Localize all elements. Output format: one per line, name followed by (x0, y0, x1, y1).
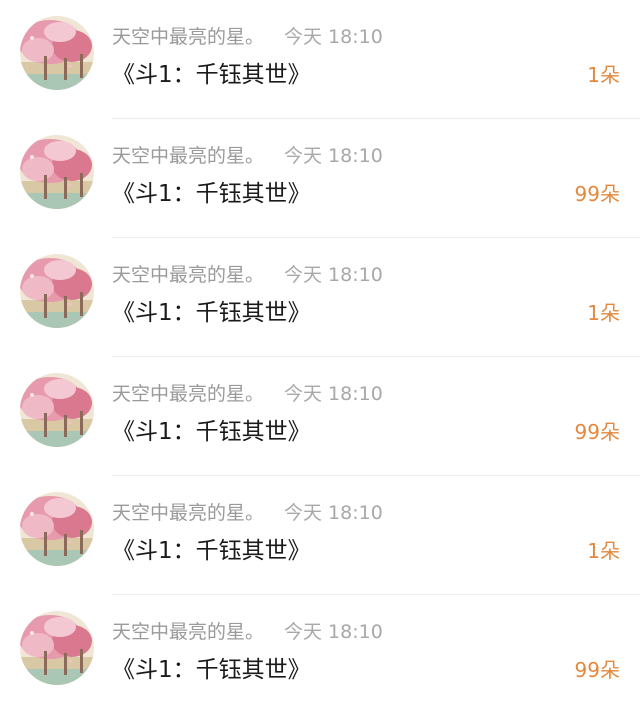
avatar[interactable] (20, 254, 94, 328)
avatar[interactable] (20, 373, 94, 447)
list-item[interactable]: 天空中最亮的星。 今天 18:10 《斗1：千钰其世》 99朵 (0, 357, 640, 476)
gift-count: 99朵 (574, 420, 620, 444)
gift-count: 1朵 (587, 539, 620, 563)
cherry-blossom-avatar-icon (20, 611, 94, 685)
row-meta: 天空中最亮的星。 今天 18:10 (112, 262, 383, 288)
list-item[interactable]: 天空中最亮的星。 今天 18:10 《斗1：千钰其世》 99朵 (0, 595, 640, 713)
cherry-blossom-avatar-icon (20, 135, 94, 209)
work-title[interactable]: 《斗1：千钰其世》 (112, 179, 311, 209)
gift-count: 1朵 (587, 301, 620, 325)
list-item[interactable]: 天空中最亮的星。 今天 18:10 《斗1：千钰其世》 1朵 (0, 476, 640, 595)
timestamp: 今天 18:10 (284, 264, 383, 286)
avatar[interactable] (20, 135, 94, 209)
username[interactable]: 天空中最亮的星。 (112, 264, 264, 286)
cherry-blossom-avatar-icon (20, 373, 94, 447)
username[interactable]: 天空中最亮的星。 (112, 145, 264, 167)
row-meta: 天空中最亮的星。 今天 18:10 (112, 381, 383, 407)
work-title[interactable]: 《斗1：千钰其世》 (112, 417, 311, 447)
username[interactable]: 天空中最亮的星。 (112, 621, 264, 643)
avatar[interactable] (20, 492, 94, 566)
row-meta: 天空中最亮的星。 今天 18:10 (112, 500, 383, 526)
list-item[interactable]: 天空中最亮的星。 今天 18:10 《斗1：千钰其世》 1朵 (0, 0, 640, 119)
timestamp: 今天 18:10 (284, 502, 383, 524)
list-item[interactable]: 天空中最亮的星。 今天 18:10 《斗1：千钰其世》 99朵 (0, 119, 640, 238)
timestamp: 今天 18:10 (284, 621, 383, 643)
username[interactable]: 天空中最亮的星。 (112, 26, 264, 48)
username[interactable]: 天空中最亮的星。 (112, 502, 264, 524)
timestamp: 今天 18:10 (284, 383, 383, 405)
cherry-blossom-avatar-icon (20, 492, 94, 566)
work-title[interactable]: 《斗1：千钰其世》 (112, 298, 311, 328)
list-item[interactable]: 天空中最亮的星。 今天 18:10 《斗1：千钰其世》 1朵 (0, 238, 640, 357)
timestamp: 今天 18:10 (284, 145, 383, 167)
gift-count: 99朵 (574, 658, 620, 682)
avatar[interactable] (20, 611, 94, 685)
cherry-blossom-avatar-icon (20, 16, 94, 90)
row-meta: 天空中最亮的星。 今天 18:10 (112, 24, 383, 50)
username[interactable]: 天空中最亮的星。 (112, 383, 264, 405)
work-title[interactable]: 《斗1：千钰其世》 (112, 536, 311, 566)
avatar[interactable] (20, 16, 94, 90)
timestamp: 今天 18:10 (284, 26, 383, 48)
gift-record-list: 天空中最亮的星。 今天 18:10 《斗1：千钰其世》 1朵 天空中最亮的星。 … (0, 0, 640, 713)
gift-count: 1朵 (587, 63, 620, 87)
work-title[interactable]: 《斗1：千钰其世》 (112, 60, 311, 90)
gift-count: 99朵 (574, 182, 620, 206)
work-title[interactable]: 《斗1：千钰其世》 (112, 655, 311, 685)
row-meta: 天空中最亮的星。 今天 18:10 (112, 143, 383, 169)
row-meta: 天空中最亮的星。 今天 18:10 (112, 619, 383, 645)
cherry-blossom-avatar-icon (20, 254, 94, 328)
